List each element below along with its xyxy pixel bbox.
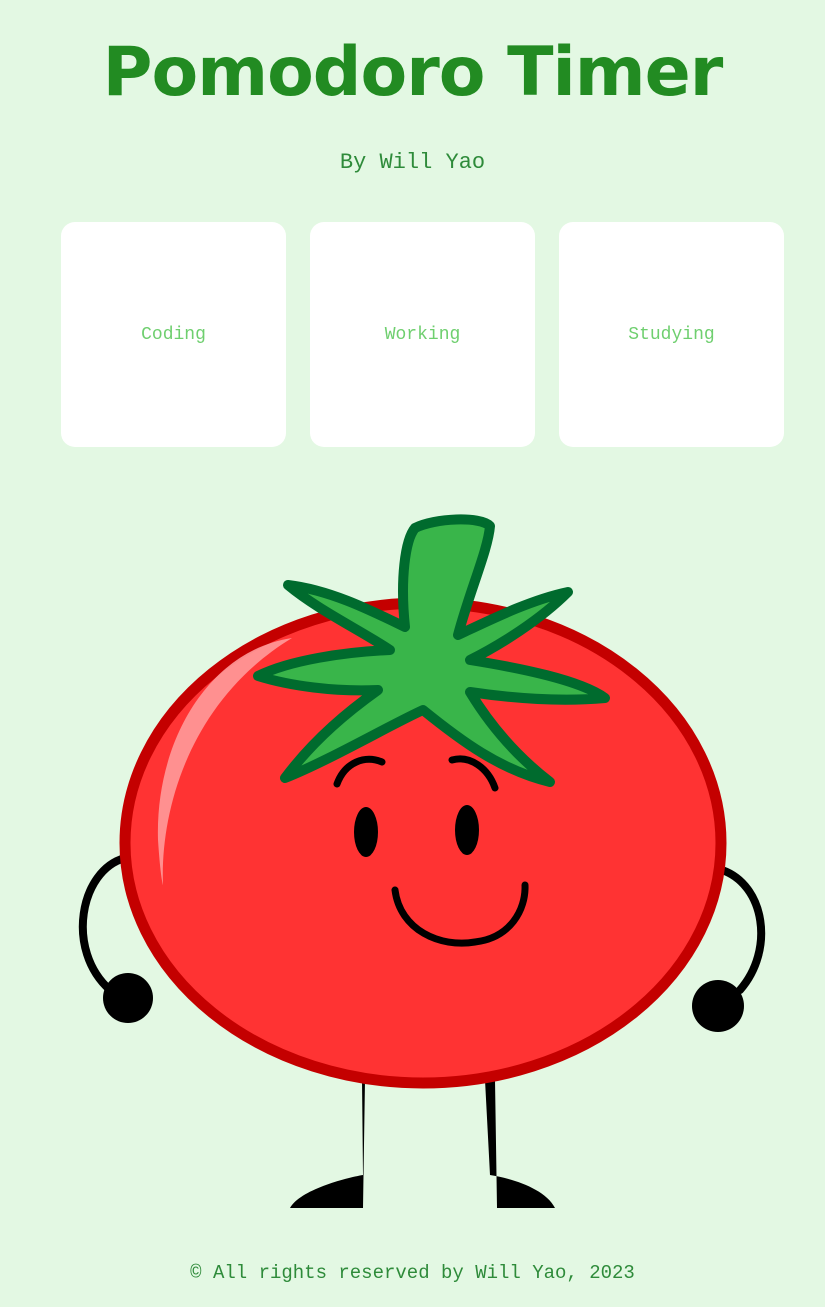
mode-card-label: Studying: [628, 324, 715, 345]
mode-card-studying[interactable]: Studying: [559, 222, 784, 447]
mode-card-working[interactable]: Working: [310, 222, 535, 447]
right-eye: [455, 805, 479, 855]
mode-cards: Coding Working Studying: [61, 222, 784, 447]
mode-card-coding[interactable]: Coding: [61, 222, 286, 447]
footer-copyright: © All rights reserved by Will Yao, 2023: [190, 1262, 635, 1284]
page-title: Pomodoro Timer: [102, 33, 724, 112]
mode-card-label: Coding: [141, 324, 206, 345]
tomato-mascot-icon: [78, 514, 766, 1208]
mode-card-label: Working: [384, 324, 461, 345]
left-eye: [354, 807, 378, 857]
tomato-legs: [290, 1080, 555, 1208]
author-byline: By Will Yao: [339, 150, 486, 175]
